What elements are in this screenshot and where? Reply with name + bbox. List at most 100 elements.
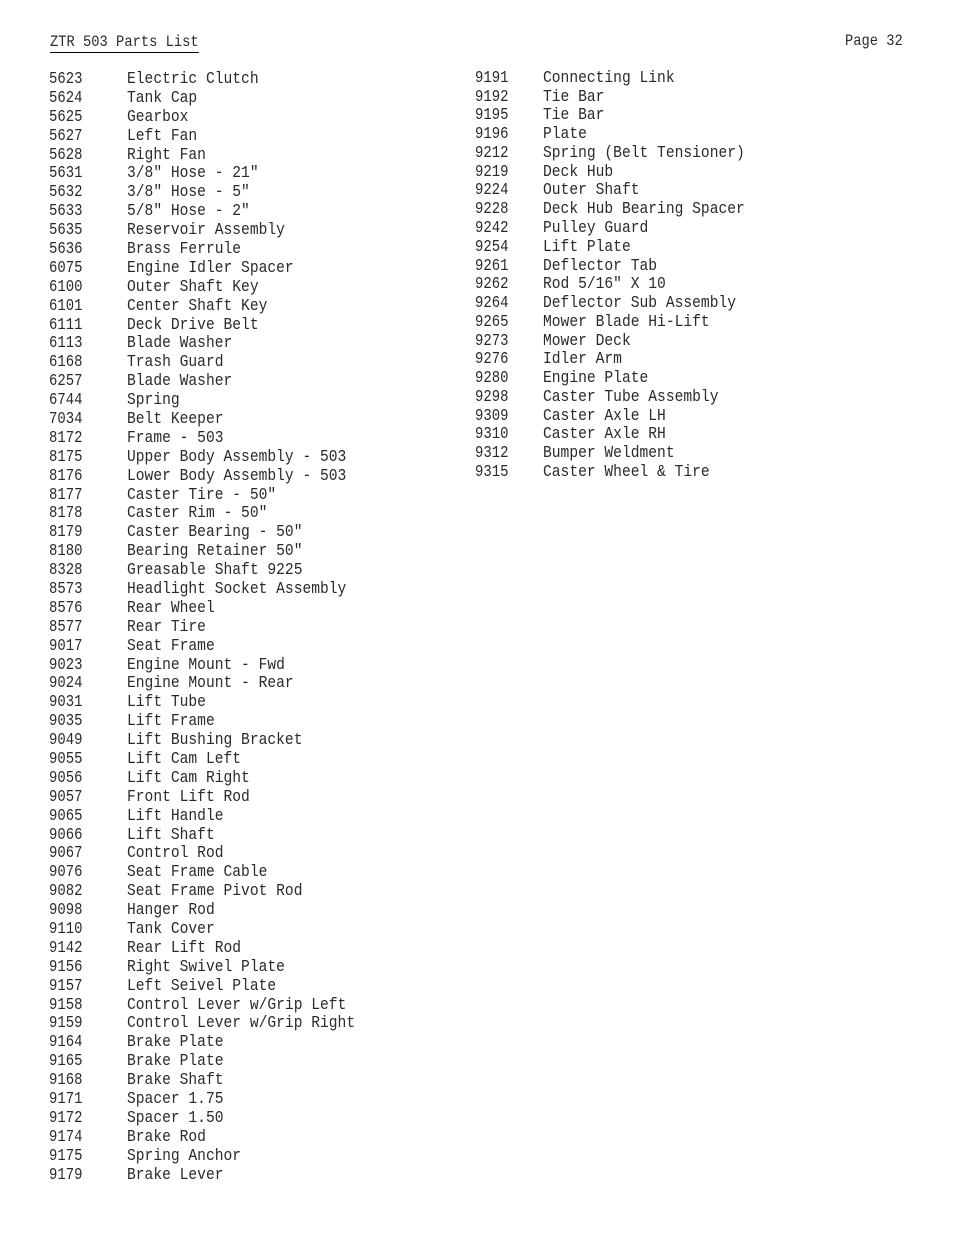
part-description: Caster Tube Assembly xyxy=(543,387,719,407)
part-row: 9049 Lift Bushing Bracket xyxy=(49,731,392,750)
part-description: Deck Hub Bearing Spacer xyxy=(543,200,745,220)
part-description: Caster Wheel & Tire xyxy=(543,462,710,482)
part-description: Rear Lift Rod xyxy=(127,938,242,958)
part-description: Pulley Guard xyxy=(543,219,649,239)
part-description: Seat Frame xyxy=(127,636,215,656)
part-description: Front Lift Rod xyxy=(127,787,250,807)
part-description: Rear Tire xyxy=(127,617,206,637)
part-row: 9057 Front Lift Rod xyxy=(49,788,392,807)
part-row: 9142 Rear Lift Rod xyxy=(49,939,392,958)
part-number: 8179 xyxy=(49,523,83,543)
part-number: 6111 xyxy=(49,315,83,335)
part-number: 9157 xyxy=(49,976,83,996)
part-row: 9228 Deck Hub Bearing Spacer xyxy=(475,200,778,219)
part-description: Control Lever w/Grip Left xyxy=(127,995,347,1015)
part-description: Caster Bearing - 50" xyxy=(127,523,303,543)
part-number: 9065 xyxy=(49,806,83,826)
part-description: Outer Shaft Key xyxy=(127,277,259,297)
part-description: Lift Cam Right xyxy=(127,768,250,788)
part-number: 9312 xyxy=(475,444,509,464)
part-description: Hanger Rod xyxy=(127,901,215,921)
part-row: 9067 Control Rod xyxy=(49,844,392,864)
part-description: Rod 5/16" X 10 xyxy=(543,275,666,295)
part-description: Spring xyxy=(127,391,180,411)
part-number: 5636 xyxy=(49,239,83,259)
part-number: 9024 xyxy=(49,674,83,694)
part-description: Tie Bar xyxy=(543,106,605,126)
part-description: Spacer 1.50 xyxy=(127,1108,224,1128)
part-number: 9309 xyxy=(475,406,509,426)
part-description: Right Swivel Plate xyxy=(127,957,285,977)
part-row: 5624 Tank Cap xyxy=(49,89,392,108)
part-description: Spring (Belt Tensioner) xyxy=(543,143,745,163)
part-row: 9157 Left Seivel Plate xyxy=(49,977,392,996)
part-number: 8573 xyxy=(49,580,83,599)
part-description: Lift Tube xyxy=(127,693,206,713)
part-number: 5623 xyxy=(49,69,83,89)
part-number: 9110 xyxy=(49,920,83,940)
part-description: Lift Bushing Bracket xyxy=(127,731,303,751)
part-description: Tank Cover xyxy=(127,920,215,940)
part-row: 9179 Brake Lever xyxy=(49,1166,392,1185)
part-row: 9312 Bumper Weldment xyxy=(475,444,778,463)
part-description: Upper Body Assembly - 503 xyxy=(127,447,347,467)
part-description: Tie Bar xyxy=(543,87,605,107)
part-description: Deck Drive Belt xyxy=(127,315,259,335)
part-row: 9280 Engine Plate xyxy=(475,369,778,388)
part-number: 7034 xyxy=(49,409,83,429)
part-number: 8175 xyxy=(49,447,83,467)
part-number: 9298 xyxy=(475,387,509,407)
part-row: 9262 Rod 5/16" X 10 xyxy=(475,275,778,294)
part-number: 8180 xyxy=(49,542,83,562)
part-row: 9309 Caster Axle LH xyxy=(475,407,778,426)
part-description: Headlight Socket Assembly xyxy=(127,580,347,599)
part-description: Brake Plate xyxy=(127,1033,224,1053)
part-row: 9195 Tie Bar xyxy=(475,106,778,126)
part-description: Frame - 503 xyxy=(127,428,224,448)
part-row: 9164 Brake Plate xyxy=(49,1033,392,1052)
part-row: 8573 Headlight Socket Assembly xyxy=(49,580,392,599)
part-number: 9264 xyxy=(475,294,509,314)
part-number: 8172 xyxy=(49,428,83,448)
part-row: 9082 Seat Frame Pivot Rod xyxy=(49,882,392,901)
part-number: 9254 xyxy=(475,237,509,257)
part-row: 5633 5/8" Hose - 2" xyxy=(49,202,392,221)
part-number: 6075 xyxy=(49,258,83,278)
part-description: Brass Ferrule xyxy=(127,239,242,259)
page-title: ZTR 503 Parts List xyxy=(50,33,199,53)
part-row: 6168 Trash Guard xyxy=(49,353,392,372)
part-row: 6111 Deck Drive Belt xyxy=(49,316,392,335)
part-description: Electric Clutch xyxy=(127,69,259,89)
part-row: 9031 Lift Tube xyxy=(49,693,392,712)
part-row: 6744 Spring xyxy=(49,391,392,410)
part-row: 9110 Tank Cover xyxy=(49,920,392,939)
part-number: 9224 xyxy=(475,181,509,201)
part-number: 8576 xyxy=(49,598,83,618)
part-description: Greasable Shaft 9225 xyxy=(127,561,303,581)
part-number: 9276 xyxy=(475,350,509,370)
part-row: 9224 Outer Shaft xyxy=(475,181,778,201)
part-row: 9174 Brake Rod xyxy=(49,1128,392,1147)
part-description: Lower Body Assembly - 503 xyxy=(127,466,347,486)
part-description: Control Lever w/Grip Right xyxy=(127,1014,356,1034)
part-description: 3/8" Hose - 21" xyxy=(127,164,259,184)
part-row: 8176 Lower Body Assembly - 503 xyxy=(49,467,392,486)
part-row: 9023 Engine Mount - Fwd xyxy=(49,656,392,675)
part-row: 5627 Left Fan xyxy=(49,127,392,146)
part-number: 9172 xyxy=(49,1108,83,1128)
part-description: Deflector Sub Assembly xyxy=(543,294,737,314)
part-row: 5631 3/8" Hose - 21" xyxy=(49,164,392,183)
part-row: 6075 Engine Idler Spacer xyxy=(49,259,392,278)
part-row: 8577 Rear Tire xyxy=(49,618,392,637)
part-row: 9156 Right Swivel Plate xyxy=(49,958,392,977)
part-number: 8178 xyxy=(49,504,83,524)
part-number: 9174 xyxy=(49,1127,83,1147)
part-description: Center Shaft Key xyxy=(127,296,268,316)
part-description: Caster Tire - 50" xyxy=(127,485,277,505)
part-row: 9056 Lift Cam Right xyxy=(49,769,392,788)
part-number: 8176 xyxy=(49,466,83,486)
part-description: Right Fan xyxy=(127,145,206,165)
part-number: 9219 xyxy=(475,162,509,182)
part-number: 9067 xyxy=(49,844,83,864)
part-row: 5628 Right Fan xyxy=(49,146,392,165)
